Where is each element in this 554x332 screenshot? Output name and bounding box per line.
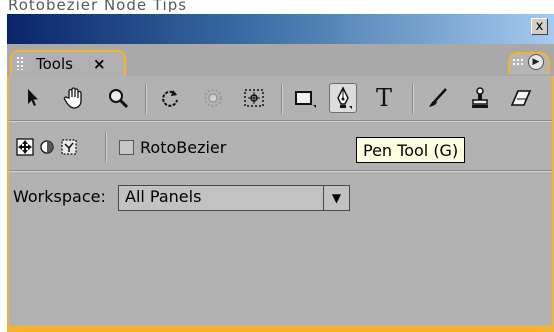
window-title-cutoff: Rotobezier Node Tips xyxy=(8,0,188,12)
type-tool-glyph: T xyxy=(375,84,392,112)
selection-tool-icon[interactable] xyxy=(19,83,47,113)
options-separator xyxy=(105,132,107,162)
workspace-selected-value: All Panels xyxy=(125,187,202,206)
workspace-dropdown-arrow-icon[interactable]: ▼ xyxy=(323,186,349,210)
rotation-tool-icon[interactable] xyxy=(156,83,184,113)
workspace-label: Workspace: xyxy=(13,187,106,206)
pan-behind-tool-icon[interactable] xyxy=(240,83,268,113)
orbit-camera-tool-icon[interactable] xyxy=(199,83,227,113)
panel-menu-button[interactable]: ▶ xyxy=(528,54,544,70)
rotobezier-label: RotoBezier xyxy=(140,138,227,157)
panel-grip-icon[interactable] xyxy=(512,58,524,66)
toolbar-separator xyxy=(145,84,147,114)
mask-icon[interactable] xyxy=(59,137,79,157)
eraser-tool-icon[interactable] xyxy=(507,83,535,113)
zoom-tool-icon[interactable] xyxy=(104,83,132,113)
window-titlebar xyxy=(7,14,554,44)
toolbar-separator xyxy=(412,84,414,114)
clone-stamp-tool-icon[interactable] xyxy=(466,83,494,113)
tab-close-button[interactable]: × xyxy=(93,55,106,73)
pen-tool-icon[interactable] xyxy=(329,83,357,113)
options-divider xyxy=(9,170,552,172)
pen-tool-tooltip: Pen Tool (G) xyxy=(356,137,466,163)
rotobezier-checkbox[interactable] xyxy=(119,140,134,155)
rectangle-tool-icon[interactable] xyxy=(291,83,319,113)
sphere-icon[interactable] xyxy=(37,137,57,157)
window-close-button[interactable]: x xyxy=(531,18,548,35)
hand-tool-icon[interactable] xyxy=(60,83,88,113)
tab-tools-label: Tools xyxy=(36,55,73,73)
toolbar-divider xyxy=(9,120,552,122)
pan-behind-anchor-icon[interactable] xyxy=(15,137,35,157)
brush-tool-icon[interactable] xyxy=(424,83,452,113)
tab-grip-icon[interactable] xyxy=(16,56,24,70)
toolbar-separator xyxy=(281,84,283,114)
type-tool-icon[interactable]: T xyxy=(370,83,398,113)
